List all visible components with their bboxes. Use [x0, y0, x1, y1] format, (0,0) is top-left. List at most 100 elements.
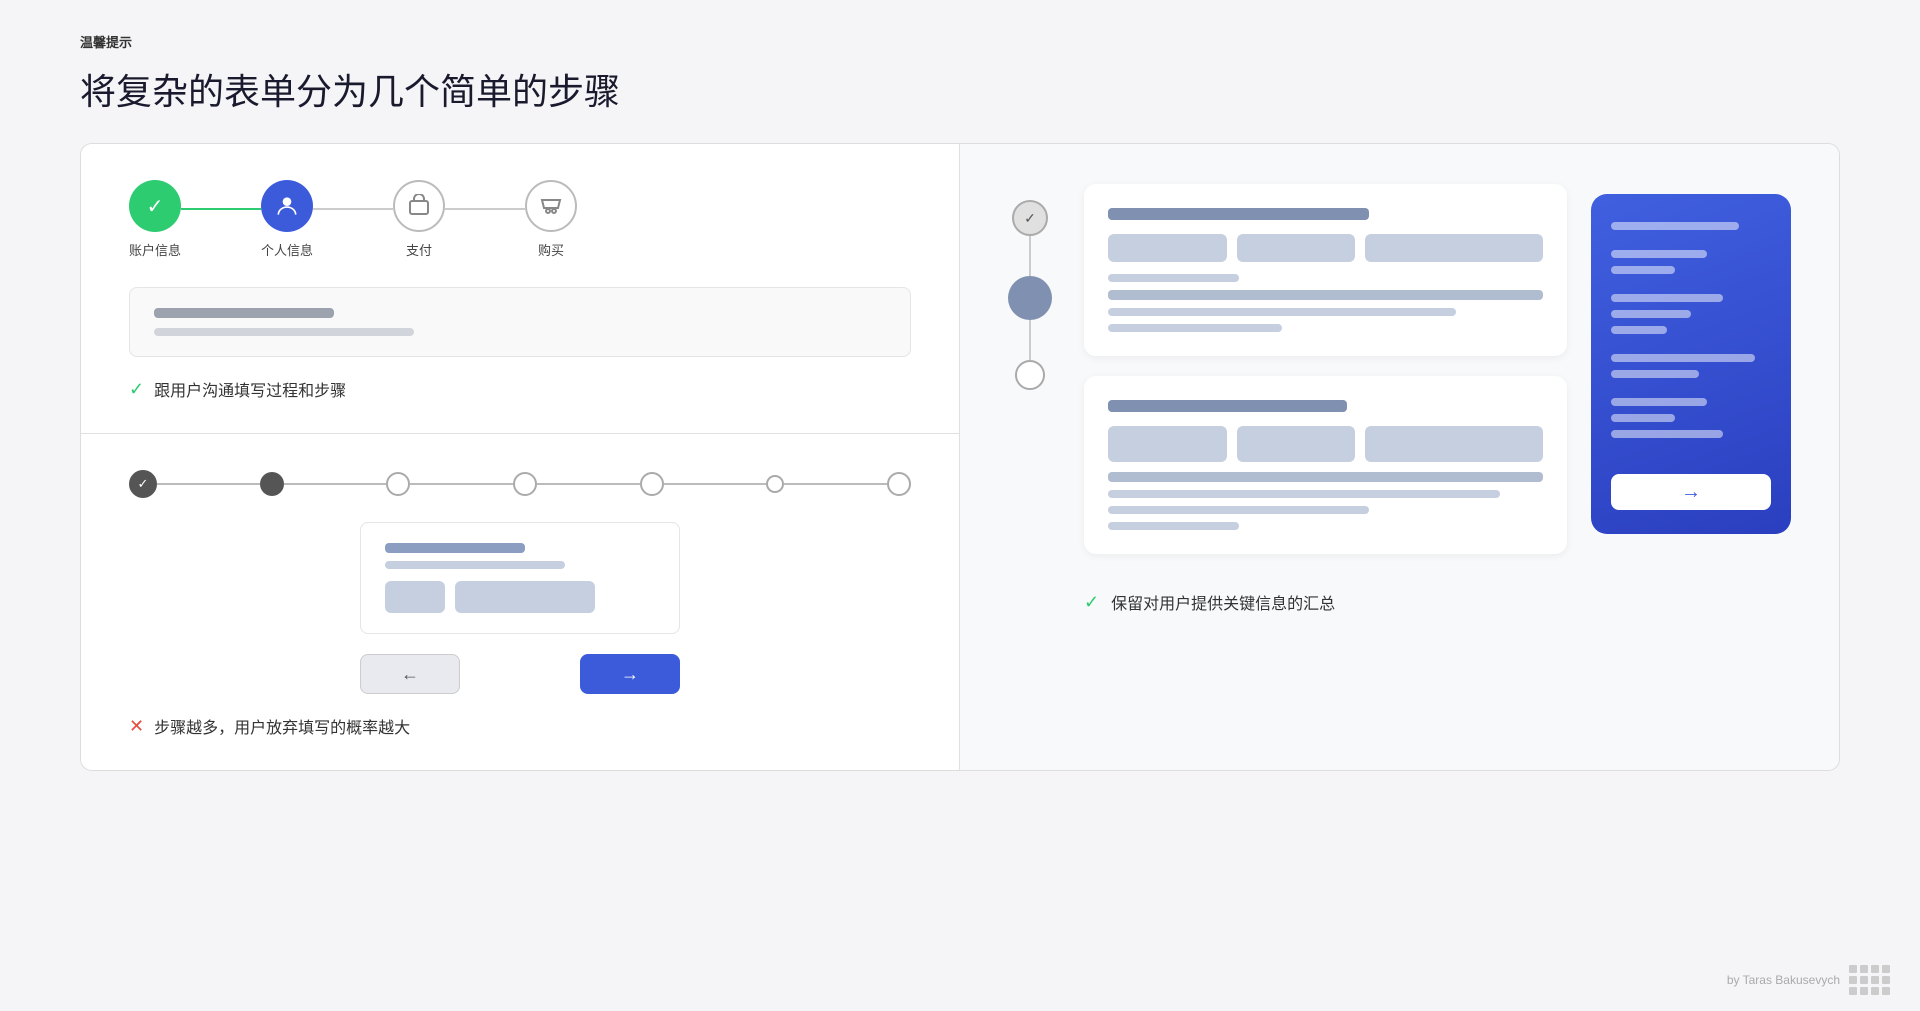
dot-line-1: [157, 483, 260, 485]
icon-dot-7: [1871, 976, 1879, 984]
bottom-check-label: 保留对用户提供关键信息的汇总: [1111, 590, 1335, 614]
fc-bar-4: [1108, 308, 1456, 316]
v-stepper-col: ✓: [1008, 184, 1052, 390]
step-line-2: [313, 208, 393, 210]
sc-bar-11: [1611, 430, 1723, 438]
step-line-3: [445, 208, 525, 210]
sc-bar-6: [1611, 326, 1667, 334]
icon-dot-6: [1860, 976, 1868, 984]
step-label-4: 购买: [538, 240, 564, 259]
page-title: 将复杂的表单分为几个简单的步骤: [80, 63, 1840, 115]
icon-dot-5: [1849, 976, 1857, 984]
fc-bar-9: [1108, 506, 1369, 514]
form-bar-title: [154, 308, 334, 318]
left-bottom-bad: ✓: [81, 434, 959, 770]
sc-bar-2: [1611, 250, 1707, 258]
fc-bar-7: [1108, 472, 1543, 482]
dot-line-3: [410, 483, 513, 485]
step-line-1: [181, 208, 261, 210]
sc-bar-9: [1611, 398, 1707, 406]
dot-outline-2: [513, 472, 537, 496]
check-text-bad: ✕ 步骤越多，用户放弃填写的概率越大: [129, 714, 911, 738]
left-top-good: ✓ 账户信息 个人信息: [81, 144, 959, 434]
v-step-next: [1015, 360, 1045, 390]
bottom-check-icon: ✓: [1084, 592, 1099, 613]
main-grid: ✓ 账户信息 个人信息: [80, 143, 1840, 771]
step-circle-2: [261, 180, 313, 232]
v-line-2: [1029, 320, 1031, 360]
step-item-3: 支付: [393, 180, 445, 259]
form-preview-good: [129, 287, 911, 357]
icon-dot-11: [1871, 987, 1879, 995]
stepper-good: ✓ 账户信息 个人信息: [129, 180, 911, 259]
icon-dot-8: [1882, 976, 1890, 984]
sc-bar-8: [1611, 370, 1699, 378]
fc-bar-10: [1108, 522, 1239, 530]
icon-dot-9: [1849, 987, 1857, 995]
form-bar-light: [385, 561, 565, 569]
sc-bar-10: [1611, 414, 1675, 422]
step-label-2: 个人信息: [261, 240, 313, 259]
dot-check: ✓: [129, 470, 157, 498]
fc-item-2c: [1365, 426, 1543, 462]
step-item-2: 个人信息: [261, 180, 313, 259]
attribution: by Taras Bakusevych: [1727, 973, 1840, 987]
step-circle-1: ✓: [129, 180, 181, 232]
icon-dot-1: [1849, 965, 1857, 973]
form-row-buttons: [385, 581, 655, 613]
form-card-2: [1084, 376, 1567, 554]
good-label: 跟用户沟通填写过程和步骤: [154, 377, 346, 401]
form-btn-large: [455, 581, 595, 613]
check-icon-green: ✓: [129, 379, 144, 400]
step-item-4: 购买: [525, 180, 577, 259]
bad-label: 步骤越多，用户放弃填写的概率越大: [154, 714, 410, 738]
sc-bar-3: [1611, 266, 1675, 274]
fc-item-2a: [1108, 426, 1227, 462]
left-panel: ✓ 账户信息 个人信息: [81, 144, 960, 770]
sc-bar-1: [1611, 222, 1739, 230]
sc-bar-7: [1611, 354, 1755, 362]
form-bar-sub: [154, 328, 414, 336]
dot-outline-1: [386, 472, 410, 496]
form-card-1: [1084, 184, 1567, 356]
form-bar-dark: [385, 543, 525, 553]
step-label-1: 账户信息: [129, 240, 181, 259]
dot-line-6: [784, 483, 887, 485]
fc-bar-2: [1108, 274, 1239, 282]
dot-outline-4: [766, 475, 784, 493]
stepper-bad: ✓: [129, 470, 911, 498]
dot-line-5: [664, 483, 767, 485]
right-panel: ✓: [960, 144, 1839, 770]
fc-bar-3: [1108, 290, 1543, 300]
form-preview-bad: [360, 522, 680, 634]
step-label-3: 支付: [406, 240, 432, 259]
icon-dot-12: [1882, 987, 1890, 995]
dot-outline-5: [887, 472, 911, 496]
summary-card: →: [1591, 194, 1791, 534]
fc-bar-5: [1108, 324, 1282, 332]
right-inner: → ✓ 保留对用户提供关键信息的汇总: [1084, 184, 1791, 614]
sc-arrow-button[interactable]: →: [1611, 474, 1771, 510]
dot-filled-1: [260, 472, 284, 496]
sc-bar-5: [1611, 310, 1691, 318]
forward-button[interactable]: →: [580, 654, 680, 694]
fc-item-2b: [1237, 426, 1356, 462]
dot-line-2: [284, 483, 387, 485]
check-text-good: ✓ 跟用户沟通填写过程和步骤: [129, 377, 911, 401]
icon-dot-2: [1860, 965, 1868, 973]
fc-row-1: [1108, 234, 1543, 262]
fc-item-1c: [1365, 234, 1543, 262]
icon-dot-4: [1882, 965, 1890, 973]
fc-bar-6: [1108, 400, 1347, 412]
icon-dot-10: [1860, 987, 1868, 995]
v-line-1: [1029, 236, 1031, 276]
nav-buttons-bad: ← →: [360, 654, 680, 694]
icon-grid: [1849, 965, 1890, 995]
fc-item-1a: [1108, 234, 1227, 262]
dot-outline-3: [640, 472, 664, 496]
back-button[interactable]: ←: [360, 654, 460, 694]
page-wrapper: 温馨提示 将复杂的表单分为几个简单的步骤 ✓ 账户信息: [0, 0, 1920, 811]
dot-line-4: [537, 483, 640, 485]
fc-item-1b: [1237, 234, 1356, 262]
v-step-checked: ✓: [1012, 200, 1048, 236]
